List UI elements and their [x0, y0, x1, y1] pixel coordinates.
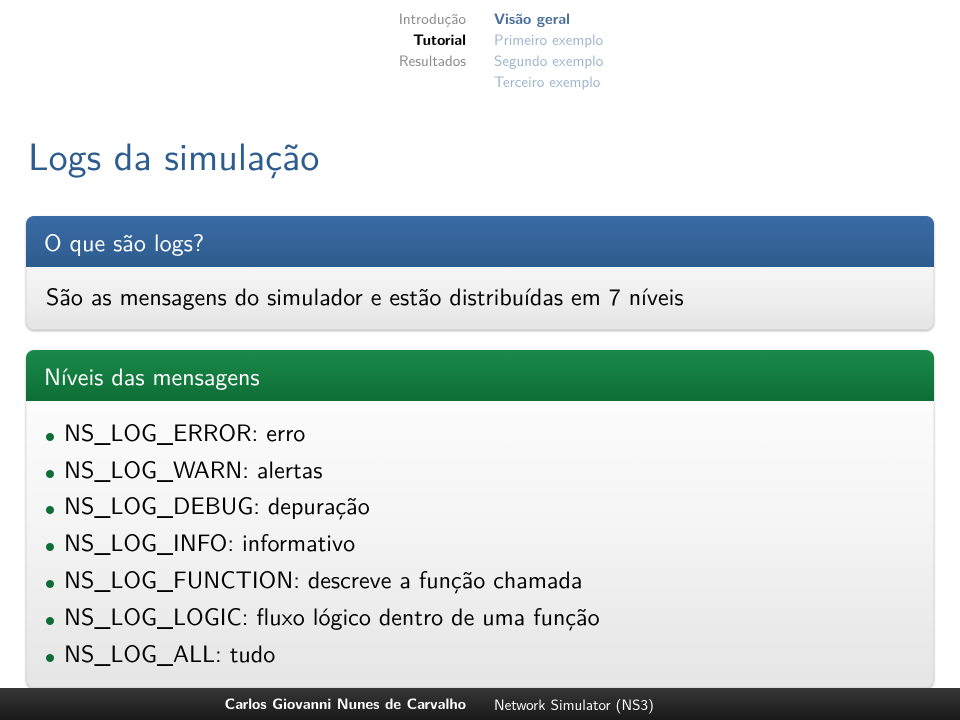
block-title: O que são logs?: [26, 216, 934, 267]
header-sections: Introdução Tutorial Resultados: [0, 8, 480, 92]
list-item: NS_LOG_FUNCTION: descreve a função chama…: [46, 562, 914, 597]
subsection-item-active[interactable]: Visão geral: [494, 8, 960, 29]
slide-title: Logs da simulação: [0, 98, 960, 216]
bullet-icon: [46, 506, 54, 514]
subsection-item[interactable]: Primeiro exemplo: [494, 29, 960, 50]
item-text: NS_LOG_ALL: tudo: [64, 636, 275, 671]
list-item: NS_LOG_ALL: tudo: [46, 636, 914, 671]
block-title: Níveis das mensagens: [26, 350, 934, 401]
footer-author: Carlos Giovanni Nunes de Carvalho: [0, 688, 480, 720]
item-text: NS_LOG_DEBUG: depuração: [64, 488, 370, 523]
slide-footer: Carlos Giovanni Nunes de Carvalho Networ…: [0, 688, 960, 720]
footer-presentation: Network Simulator (NS3): [480, 688, 960, 720]
item-text: NS_LOG_INFO: informativo: [64, 525, 355, 560]
bullet-icon: [46, 654, 54, 662]
list-item: NS_LOG_ERROR: erro: [46, 415, 914, 450]
block-levels: Níveis das mensagens NS_LOG_ERROR: erro …: [26, 350, 934, 689]
header-subsections: Visão geral Primeiro exemplo Segundo exe…: [480, 8, 960, 92]
item-text: NS_LOG_FUNCTION: descreve a função chama…: [64, 562, 582, 597]
bullet-icon: [46, 543, 54, 551]
section-item-active[interactable]: Tutorial: [0, 29, 466, 50]
list-item: NS_LOG_DEBUG: depuração: [46, 488, 914, 523]
list-item: NS_LOG_INFO: informativo: [46, 525, 914, 560]
bullet-icon: [46, 617, 54, 625]
list-item: NS_LOG_LOGIC: fluxo lógico dentro de uma…: [46, 599, 914, 634]
block-definition: O que são logs? São as mensagens do simu…: [26, 216, 934, 330]
bullet-icon: [46, 433, 54, 441]
bullet-icon: [46, 580, 54, 588]
block-body: São as mensagens do simulador e estão di…: [26, 267, 934, 330]
item-text: NS_LOG_LOGIC: fluxo lógico dentro de uma…: [64, 599, 600, 634]
block-body: NS_LOG_ERROR: erro NS_LOG_WARN: alertas …: [26, 401, 934, 689]
section-item[interactable]: Resultados: [0, 50, 466, 71]
list-item: NS_LOG_WARN: alertas: [46, 452, 914, 487]
item-text: NS_LOG_ERROR: erro: [64, 415, 305, 450]
slide-header: Introdução Tutorial Resultados Visão ger…: [0, 0, 960, 98]
subsection-item[interactable]: Segundo exemplo: [494, 50, 960, 71]
item-text: NS_LOG_WARN: alertas: [64, 452, 322, 487]
section-item[interactable]: Introdução: [0, 8, 466, 29]
bullet-icon: [46, 470, 54, 478]
subsection-item[interactable]: Terceiro exemplo: [494, 71, 960, 92]
